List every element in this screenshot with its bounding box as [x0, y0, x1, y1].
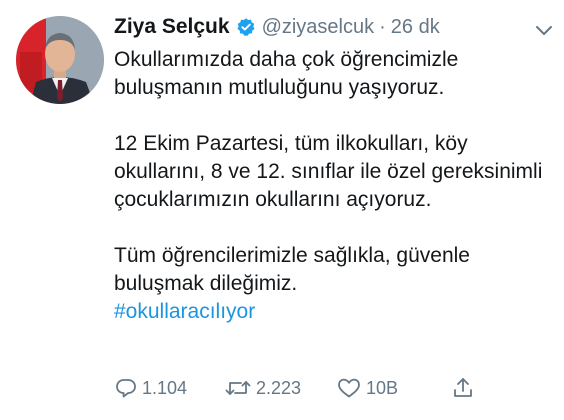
tweet-card[interactable]: Ziya Selçuk @ziyaselcuk · 26 dk Okulları… [0, 0, 564, 420]
retweet-count: 2.223 [256, 377, 302, 398]
tweet-text: Okullarımızda daha çok öğrencimizle bulu… [114, 46, 554, 326]
chevron-down-icon[interactable] [535, 25, 553, 37]
tweet-header: Ziya Selçuk @ziyaselcuk · 26 dk [114, 10, 554, 44]
verified-badge-icon [236, 17, 256, 37]
tweet-actions: 1.104 2.223 10B [114, 372, 554, 404]
reply-button[interactable]: 1.104 [114, 376, 187, 400]
tweet-paragraph: Okullarımızda daha çok öğrencimizle bulu… [114, 48, 459, 99]
tweet-timestamp[interactable]: 26 dk [391, 16, 440, 39]
like-count: 10B [366, 377, 399, 398]
like-button[interactable]: 10B [336, 376, 398, 400]
separator-dot: · [379, 15, 386, 38]
author-handle[interactable]: @ziyaselcuk [262, 16, 375, 39]
hashtag-link[interactable]: #okullaracılıyor [114, 298, 554, 326]
retweet-button[interactable]: 2.223 [224, 376, 301, 400]
retweet-icon [225, 381, 251, 395]
heart-icon [338, 378, 360, 398]
avatar[interactable] [16, 16, 104, 104]
reply-count: 1.104 [142, 377, 188, 398]
author-name[interactable]: Ziya Selçuk [114, 15, 230, 39]
share-button[interactable] [451, 376, 479, 400]
tweet-paragraph: Tüm öğrencilerimizle sağlıkla, güvenle b… [114, 244, 470, 295]
reply-icon [116, 379, 136, 398]
share-icon [454, 378, 472, 397]
tweet-content: Ziya Selçuk @ziyaselcuk · 26 dk Okulları… [114, 10, 554, 326]
tweet-paragraph: 12 Ekim Pazartesi, tüm ilkokulları, köy … [114, 132, 543, 211]
